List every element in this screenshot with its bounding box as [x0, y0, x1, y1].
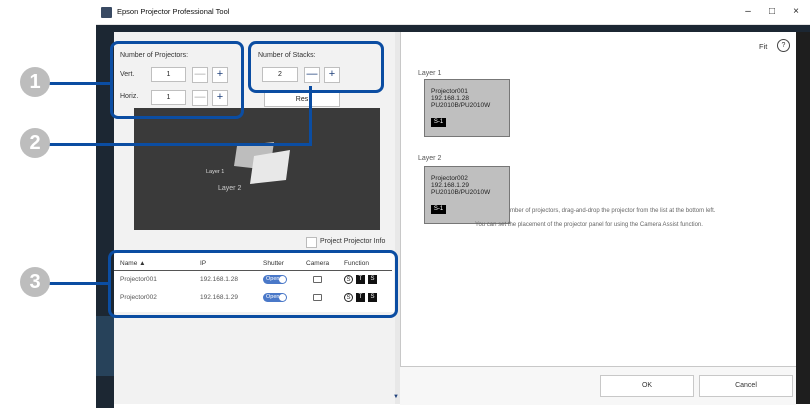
ok-button[interactable]: OK [600, 375, 694, 397]
reset-button[interactable]: Res [264, 92, 340, 107]
callout-line-1 [40, 82, 112, 85]
preview-layer-1-label: Layer 1 [206, 169, 225, 175]
close-button[interactable]: × [786, 5, 806, 19]
callout-box-1 [110, 41, 244, 119]
layer-1-label: Layer 1 [418, 70, 442, 77]
project-info-label: Project Projector Info [320, 238, 386, 245]
hint-text-1: mber of projectors, drag-and-drop the pr… [510, 208, 716, 214]
callout-line-3 [40, 282, 110, 285]
card2-model: PU2010B/PU2010W [431, 189, 491, 196]
projector-card-1[interactable]: Projector001 192.168.1.28 PU2010B/PU2010… [424, 79, 510, 137]
callout-marker-3: 3 [20, 267, 50, 297]
hint-text-2: You can set the placement of the project… [475, 222, 703, 228]
card2-ip: 192.168.1.29 [431, 182, 469, 189]
preview-layer-2-label: Layer 2 [218, 185, 242, 192]
card1-name: Projector001 [431, 88, 468, 95]
minimize-button[interactable]: – [738, 5, 758, 19]
layout-preview [134, 108, 380, 230]
window-title: Epson Projector Professional Tool [117, 7, 230, 16]
app-background-strip [96, 316, 114, 376]
card1-ip: 192.168.1.28 [431, 95, 469, 102]
help-icon[interactable]: ? [777, 39, 790, 52]
callout-marker-2: 2 [20, 128, 50, 158]
scroll-down-arrow-icon[interactable]: ▼ [393, 394, 399, 400]
fit-button[interactable]: Fit [759, 42, 767, 51]
cancel-button[interactable]: Cancel [699, 375, 793, 397]
callout-box-3 [108, 250, 398, 318]
project-info-checkbox[interactable] [306, 237, 317, 248]
maximize-button[interactable]: □ [762, 5, 782, 19]
stacked-screens-illustration [234, 142, 290, 184]
app-background-top [96, 24, 810, 32]
projector-card-2[interactable]: Projector002 192.168.1.29 PU2010B/PU2010… [424, 166, 510, 224]
callout-line-2 [40, 143, 312, 146]
callout-marker-1: 1 [20, 67, 50, 97]
card1-model: PU2010B/PU2010W [431, 102, 491, 109]
card2-stack-tag: S-1 [431, 205, 446, 214]
app-icon [101, 7, 112, 18]
right-scrollbar[interactable] [796, 32, 810, 404]
layer-2-label: Layer 2 [418, 155, 442, 162]
card2-name: Projector002 [431, 175, 468, 182]
card1-stack-tag: S-1 [431, 118, 446, 127]
callout-box-2 [248, 41, 384, 93]
callout-line-2-vertical [309, 86, 312, 146]
